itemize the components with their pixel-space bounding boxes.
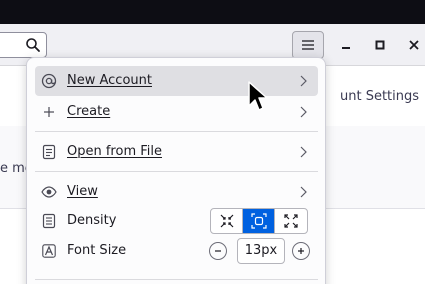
density-normal-button[interactable] — [243, 209, 275, 233]
relaxed-icon — [284, 214, 298, 228]
menu-separator — [35, 279, 318, 280]
menu-separator — [35, 171, 318, 172]
file-icon — [41, 144, 57, 160]
plus-icon — [298, 248, 304, 254]
maximize-button[interactable] — [370, 35, 390, 55]
menu-item-open-from-file[interactable]: Open from File — [35, 137, 318, 167]
density-compact-button[interactable] — [211, 209, 243, 233]
chevron-right-icon — [300, 75, 307, 87]
app-menu-popup: New Account Create Open from File View D… — [26, 57, 326, 284]
app-menu-button[interactable] — [292, 31, 324, 59]
menu-separator — [35, 131, 318, 132]
mouse-cursor-icon — [248, 81, 268, 111]
chevron-right-icon — [300, 106, 307, 118]
menu-item-new-account[interactable]: New Account — [35, 66, 318, 96]
font-size-increase-button[interactable] — [292, 242, 310, 260]
eye-icon — [41, 184, 57, 200]
minimize-button[interactable] — [336, 35, 356, 55]
search-input[interactable] — [0, 32, 47, 58]
at-sign-icon — [41, 73, 57, 89]
search-icon[interactable] — [25, 37, 41, 53]
close-button[interactable] — [404, 35, 424, 55]
menu-item-label: Create — [67, 104, 111, 119]
menu-item-view[interactable]: View — [35, 177, 318, 207]
menu-item-create[interactable]: Create — [35, 97, 318, 127]
compact-icon — [220, 214, 233, 228]
font-size-icon — [41, 243, 57, 259]
font-size-decrease-button[interactable] — [209, 242, 227, 260]
minus-icon — [215, 250, 221, 252]
close-icon — [409, 40, 419, 50]
minimize-icon — [342, 47, 350, 49]
plus-icon — [41, 104, 57, 120]
density-toggle-group — [210, 208, 308, 234]
normal-density-icon — [250, 213, 267, 229]
chevron-right-icon — [300, 146, 307, 158]
menu-item-label: View — [67, 184, 98, 199]
font-size-value: 13px — [237, 238, 285, 264]
chevron-right-icon — [300, 186, 307, 198]
maximize-icon — [375, 40, 385, 50]
menu-item-label: New Account — [67, 73, 152, 88]
hamburger-icon — [302, 40, 314, 50]
menu-item-label: Open from File — [67, 144, 162, 159]
menu-item-label: Density — [67, 213, 117, 228]
density-icon — [41, 213, 57, 229]
density-relaxed-button[interactable] — [275, 209, 307, 233]
account-settings-link[interactable]: unt Settings — [340, 89, 419, 104]
title-bar — [0, 0, 425, 24]
menu-item-label: Font Size — [67, 243, 127, 258]
